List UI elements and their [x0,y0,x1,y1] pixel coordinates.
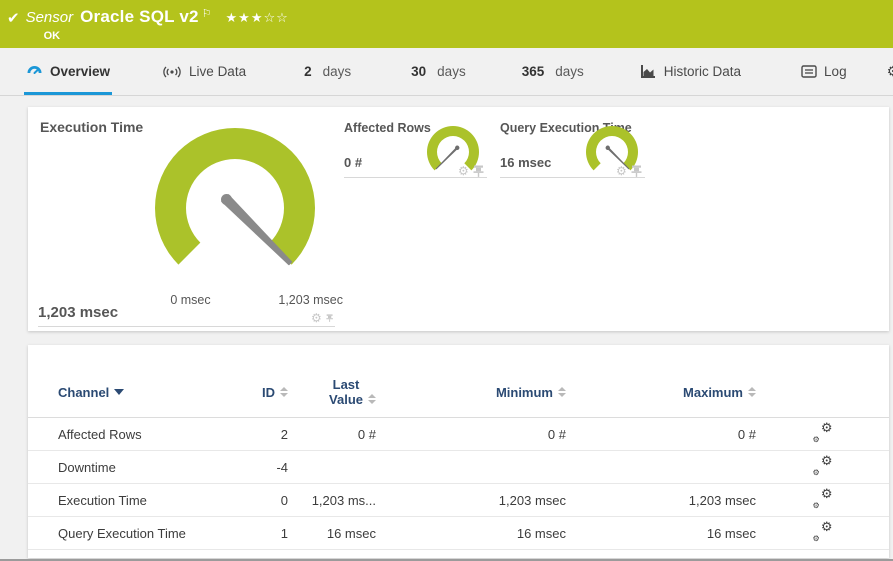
channel-header-label: Channel [58,384,110,400]
gauge-settings-gear-icon[interactable]: ⚙ [616,164,627,178]
sort-icon [558,387,566,397]
table-row-downtime[interactable]: Downtime -4 ⚙ ⚙ [28,451,889,484]
table-header-row: Channel ID Last Value Minimum Maximum [28,377,889,418]
gauges-panel: Execution Time 0 msec 1,203 msec 1,203 m… [28,107,889,331]
column-header-minimum[interactable]: Minimum [496,385,566,400]
channel-id: 0 [280,492,288,508]
channel-minimum: 1,203 msec [498,492,566,508]
primary-gauge-value: 1,203 msec [38,304,119,321]
sensor-kind-label: Sensor [25,9,74,26]
sort-desc-icon [114,389,125,395]
primary-gauge-scale-max: 1,203 msec [278,293,343,307]
sensor-header: ✔ Sensor Oracle SQL v2 ⚐ ★★★☆☆ OK [0,0,893,48]
query-execution-time-divider [500,177,645,178]
minimum-header-label: Minimum [495,384,553,400]
channel-id: 2 [280,426,288,442]
primary-gauge-scale-min: 0 msec [170,293,211,307]
tab-30-days[interactable]: 30 days [409,51,468,95]
channel-settings-gears-icon[interactable]: ⚙ ⚙ [813,421,833,444]
table-row-execution-time[interactable]: Execution Time 0 1,203 ms... 1,203 msec … [28,484,889,517]
table-row-query-execution-time[interactable]: Query Execution Time 1 16 msec 16 msec 1… [28,517,889,550]
channel-name[interactable]: Query Execution Time [58,526,228,541]
channel-name[interactable]: Execution Time [58,493,228,508]
gauge-icon [26,64,43,80]
sort-icon [280,387,288,397]
channel-table-panel: Channel ID Last Value Minimum Maximum Af… [28,345,889,558]
channel-minimum: 0 # [547,426,566,442]
channel-last-value: 0 # [357,426,376,442]
tab-log[interactable]: Log [799,51,849,95]
column-header-id[interactable]: ID [262,385,288,400]
primary-gauge-divider [38,326,335,327]
flag-icon[interactable]: ⚐ [202,7,212,20]
tab-historic-data-label: Historic Data [663,64,742,79]
channel-id: -4 [276,459,288,475]
channel-name[interactable]: Affected Rows [58,427,228,442]
affected-rows-divider [344,177,487,178]
channel-table: Channel ID Last Value Minimum Maximum Af… [28,345,889,550]
affected-rows-gauge-title: Affected Rows [344,121,431,135]
tab-overview-label: Overview [50,64,111,79]
channel-settings-gears-icon[interactable]: ⚙ ⚙ [813,487,833,510]
tab-log-label: Log [824,64,847,79]
column-header-maximum[interactable]: Maximum [683,385,756,400]
tab-2-days-number: 2 [304,64,312,79]
tab-settings[interactable]: ⚙ Settings [885,51,893,95]
pin-icon[interactable] [326,312,333,324]
channel-last-value: 1,203 ms... [311,492,376,508]
tab-365-days-number: 365 [521,64,545,79]
tab-overview[interactable]: Overview [24,51,113,95]
channel-last-value: 16 msec [326,525,376,541]
tab-30-days-unit: days [437,64,466,79]
priority-stars[interactable]: ★★★☆☆ [226,11,289,26]
maximum-header-label: Maximum [683,384,743,400]
channel-maximum: 16 msec [706,525,756,541]
tab-2-days-unit: days [322,64,352,79]
ok-check-icon: ✔ [7,9,20,27]
settings-gear-icon: ⚙ [886,63,893,80]
tab-live-data[interactable]: Live Data [160,51,248,95]
primary-gauge-title: Execution Time [40,119,144,135]
live-data-icon [162,65,182,79]
query-execution-time-gauge-value: 16 msec [500,155,552,170]
log-icon [801,65,817,78]
affected-rows-gauge-value: 0 # [344,155,363,170]
sort-icon [368,394,376,404]
status-badge: OK [43,30,61,42]
tab-30-days-number: 30 [411,64,427,79]
pin-icon[interactable] [631,165,642,177]
column-header-channel[interactable]: Channel [58,384,125,400]
channel-settings-gears-icon[interactable]: ⚙ ⚙ [813,520,833,543]
gauge-settings-gear-icon[interactable]: ⚙ [458,164,469,178]
channel-id: 1 [280,525,288,541]
channel-maximum: 1,203 msec [688,492,756,508]
tab-historic-data[interactable]: Historic Data [638,51,743,95]
tab-2-days[interactable]: 2 days [302,51,353,95]
tab-365-days[interactable]: 365 days [520,51,586,95]
tab-365-days-unit: days [555,64,584,79]
sensor-title: Oracle SQL v2 [80,7,199,26]
table-row-affected-rows[interactable]: Affected Rows 2 0 # 0 # 0 # ⚙ ⚙ [28,418,889,451]
channel-minimum: 16 msec [516,525,566,541]
execution-time-gauge[interactable] [150,123,320,293]
historic-chart-icon [640,64,657,79]
tab-bar: Overview Live Data 2 days 30 days 365 da… [0,48,893,96]
last-value-header-line2: Value [329,392,363,407]
sort-icon [748,387,756,397]
channel-maximum: 0 # [737,426,756,442]
pin-icon[interactable] [473,165,484,177]
channel-settings-gears-icon[interactable]: ⚙ ⚙ [813,454,833,477]
gauge-needle [435,145,460,170]
id-header-label: ID [262,384,275,400]
tab-live-data-label: Live Data [189,64,247,79]
column-header-last-value[interactable]: Last Value [329,377,376,407]
gauge-settings-gear-icon[interactable]: ⚙ [311,311,322,325]
channel-name[interactable]: Downtime [58,460,228,475]
last-value-header-line1: Last [332,377,360,392]
